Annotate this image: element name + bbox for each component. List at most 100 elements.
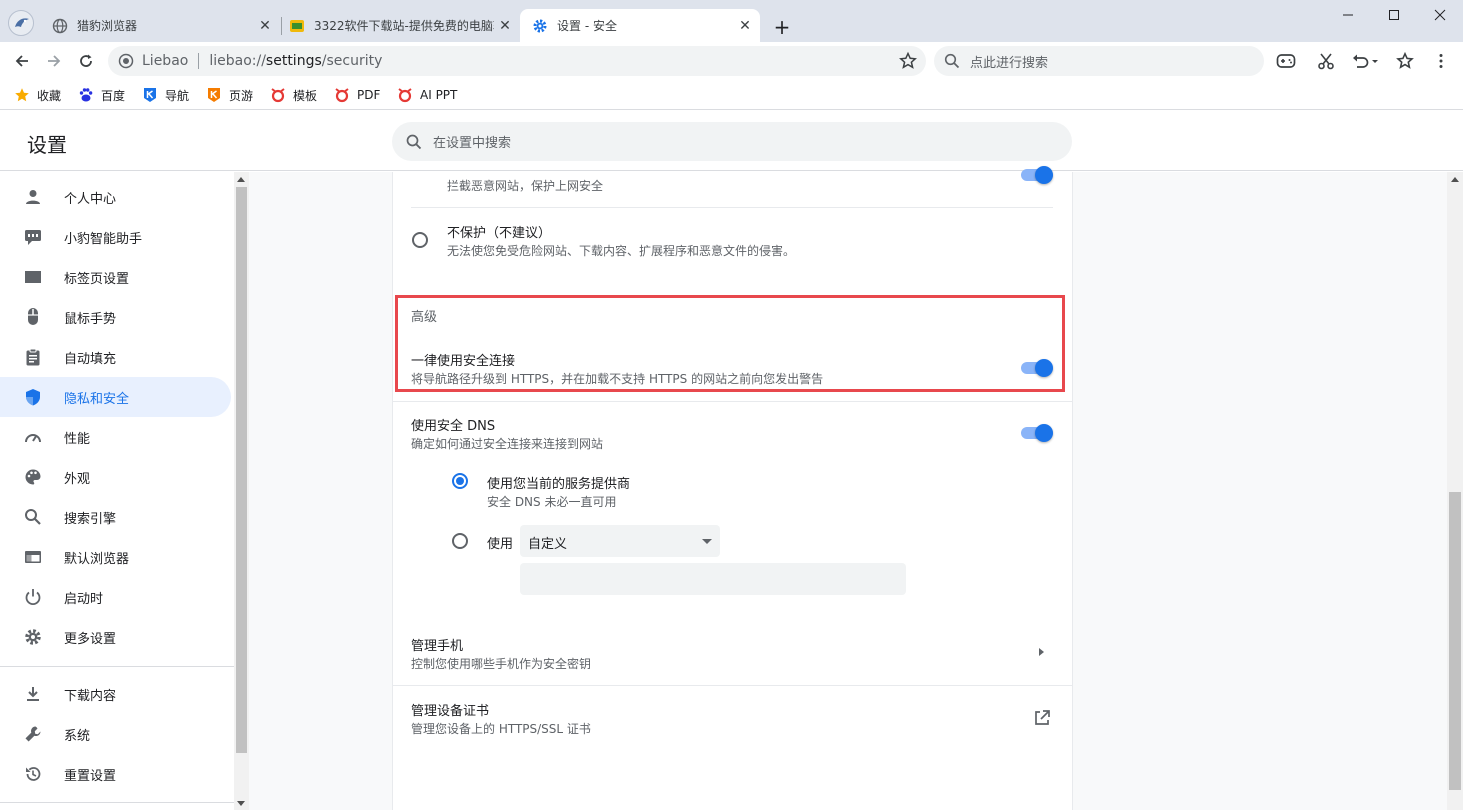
scroll-down-arrow-icon[interactable] <box>237 801 245 806</box>
tab-liebao[interactable]: 猎豹浏览器 ✕ <box>40 9 280 42</box>
bookmark-template[interactable]: 模板 <box>270 86 317 104</box>
manage-certs-desc: 管理您设备上的 HTTPS/SSL 证书 <box>411 722 591 736</box>
bookmark-pdf[interactable]: PDF <box>334 86 380 104</box>
settings-sidebar: 个人中心 小豹智能助手 标签页设置 鼠标手势 自动填充 隐私和安全 性能 外观 … <box>0 172 234 810</box>
custom-dns-input[interactable] <box>520 563 906 595</box>
sidebar-item-downloads[interactable]: 下载内容 <box>0 674 231 714</box>
sidebar-item-on-startup[interactable]: 启动时 <box>0 577 231 617</box>
screenshot-button[interactable] <box>1315 50 1337 72</box>
dns-provider-select[interactable]: 自定义 <box>520 525 720 557</box>
close-icon[interactable]: ✕ <box>494 15 516 37</box>
sidebar-scroll-thumb[interactable] <box>236 187 247 753</box>
forward-button[interactable] <box>41 48 67 74</box>
sidebar-item-appearance[interactable]: 外观 <box>0 457 231 497</box>
caret-down-icon <box>702 539 712 544</box>
person-icon <box>23 187 43 207</box>
sidebar-item-label: 系统 <box>64 728 91 744</box>
assistant-icon <box>23 227 43 247</box>
main-scroll-thumb[interactable] <box>1449 492 1461 790</box>
tab-icon <box>23 267 43 287</box>
bookmark-label: 导航 <box>165 88 190 103</box>
sidebar-item-privacy-security[interactable]: 隐私和安全 <box>0 377 231 417</box>
scroll-up-arrow-icon[interactable] <box>237 177 245 182</box>
sidebar-scrollbar[interactable] <box>234 172 249 810</box>
settings-search-input[interactable]: 在设置中搜索 <box>392 122 1072 161</box>
favorites-button[interactable] <box>1394 50 1416 72</box>
back-button[interactable] <box>9 48 35 74</box>
close-icon[interactable]: ✕ <box>734 15 756 37</box>
no-protection-radio[interactable] <box>412 232 428 248</box>
gamepad-button[interactable] <box>1275 50 1297 72</box>
sidebar-item-more-settings[interactable]: 更多设置 <box>0 617 231 657</box>
close-icon <box>1434 9 1446 21</box>
bookmark-baidu[interactable]: 百度 <box>78 86 125 104</box>
bookmark-nav[interactable]: 导航 <box>142 86 189 104</box>
new-tab-button[interactable]: + <box>770 15 794 39</box>
address-bar[interactable]: Liebao liebao://settings/security <box>108 46 926 76</box>
sidebar-item-system[interactable]: 系统 <box>0 714 231 754</box>
bookmark-favorites[interactable]: 收藏 <box>14 86 61 104</box>
sidebar-item-profile[interactable]: 个人中心 <box>0 177 231 217</box>
sidebar-item-label: 小豹智能助手 <box>64 231 143 247</box>
tab-title: 猎豹浏览器 <box>77 19 138 33</box>
open-external-icon[interactable] <box>1033 709 1051 727</box>
bookmark-label: 页游 <box>229 88 254 103</box>
bookmark-label: PDF <box>357 88 381 102</box>
tab-3322[interactable]: 3322软件下载站-提供免费的电脑软件 ✕ <box>277 9 520 42</box>
bookmark-game[interactable]: 页游 <box>206 86 253 104</box>
undo-close-button[interactable] <box>1350 50 1380 72</box>
search-icon <box>406 134 422 149</box>
sidebar-divider <box>0 802 234 803</box>
sidebar-item-reset[interactable]: 重置设置 <box>0 754 231 794</box>
gear-icon <box>23 627 43 647</box>
tab-strip: 猎豹浏览器 ✕ 3322软件下载站-提供免费的电脑软件 ✕ 设置 - 安全 ✕ … <box>0 0 1463 42</box>
maximize-icon <box>1389 10 1399 20</box>
sidebar-item-search-engine[interactable]: 搜索引擎 <box>0 497 231 537</box>
sidebar-item-label: 自动填充 <box>64 351 117 367</box>
maximize-button[interactable] <box>1376 4 1412 26</box>
sidebar-item-label: 鼠标手势 <box>64 311 117 327</box>
sidebar-item-assistant[interactable]: 小豹智能助手 <box>0 217 231 257</box>
no-protection-title: 不保护（不建议） <box>447 226 552 241</box>
sidebar-item-tabs[interactable]: 标签页设置 <box>0 257 231 297</box>
chevron-right-icon[interactable] <box>1039 648 1044 656</box>
site-info-icon[interactable] <box>118 53 134 69</box>
sidebar-item-autofill[interactable]: 自动填充 <box>0 337 231 377</box>
scroll-up-arrow-icon[interactable] <box>1451 177 1459 182</box>
standard-protection-toggle[interactable] <box>1021 166 1053 184</box>
baidu-icon <box>79 88 93 102</box>
settings-header: 设置 在设置中搜索 <box>0 111 1463 171</box>
sidebar-item-label: 外观 <box>64 471 91 487</box>
ai-ppt-icon <box>398 88 412 103</box>
toolbar: Liebao liebao://settings/security 点此进行搜索 <box>0 42 1463 80</box>
bookmark-star-icon[interactable] <box>898 51 918 71</box>
manage-certs-title: 管理设备证书 <box>411 704 490 719</box>
highlight-box <box>395 295 1065 392</box>
close-icon[interactable]: ✕ <box>254 15 276 37</box>
dns-current-provider-radio[interactable] <box>452 473 468 489</box>
row-divider <box>392 685 1073 686</box>
main-scrollbar[interactable] <box>1447 172 1463 810</box>
sidebar-item-mouse-gestures[interactable]: 鼠标手势 <box>0 297 231 337</box>
shield-icon <box>23 387 43 407</box>
search-box[interactable]: 点此进行搜索 <box>934 46 1264 76</box>
sidebar-item-label: 性能 <box>64 431 91 447</box>
bookmark-ai-ppt[interactable]: AI PPT <box>397 86 457 104</box>
close-window-button[interactable] <box>1422 4 1458 26</box>
reload-icon <box>80 54 92 67</box>
dns-current-provider-title: 使用您当前的服务提供商 <box>487 477 631 492</box>
arrow-left-icon <box>15 55 28 67</box>
clipboard-icon <box>23 347 43 367</box>
sidebar-item-label: 搜索引擎 <box>64 511 117 527</box>
minimize-button[interactable] <box>1330 4 1366 26</box>
reload-button[interactable] <box>73 48 99 74</box>
sidebar-item-default-browser[interactable]: 默认浏览器 <box>0 537 231 577</box>
secure-dns-toggle[interactable] <box>1021 424 1053 442</box>
sidebar-item-label: 重置设置 <box>64 768 117 784</box>
menu-button[interactable] <box>1430 50 1452 72</box>
liebao-logo-icon[interactable] <box>8 10 34 36</box>
sidebar-item-performance[interactable]: 性能 <box>0 417 231 457</box>
bookmarks-bar: 收藏 百度 导航 页游 模板 PDF AI PPT <box>0 80 1463 110</box>
dns-custom-radio[interactable] <box>452 533 468 549</box>
tab-settings-security[interactable]: 设置 - 安全 ✕ <box>520 9 760 42</box>
